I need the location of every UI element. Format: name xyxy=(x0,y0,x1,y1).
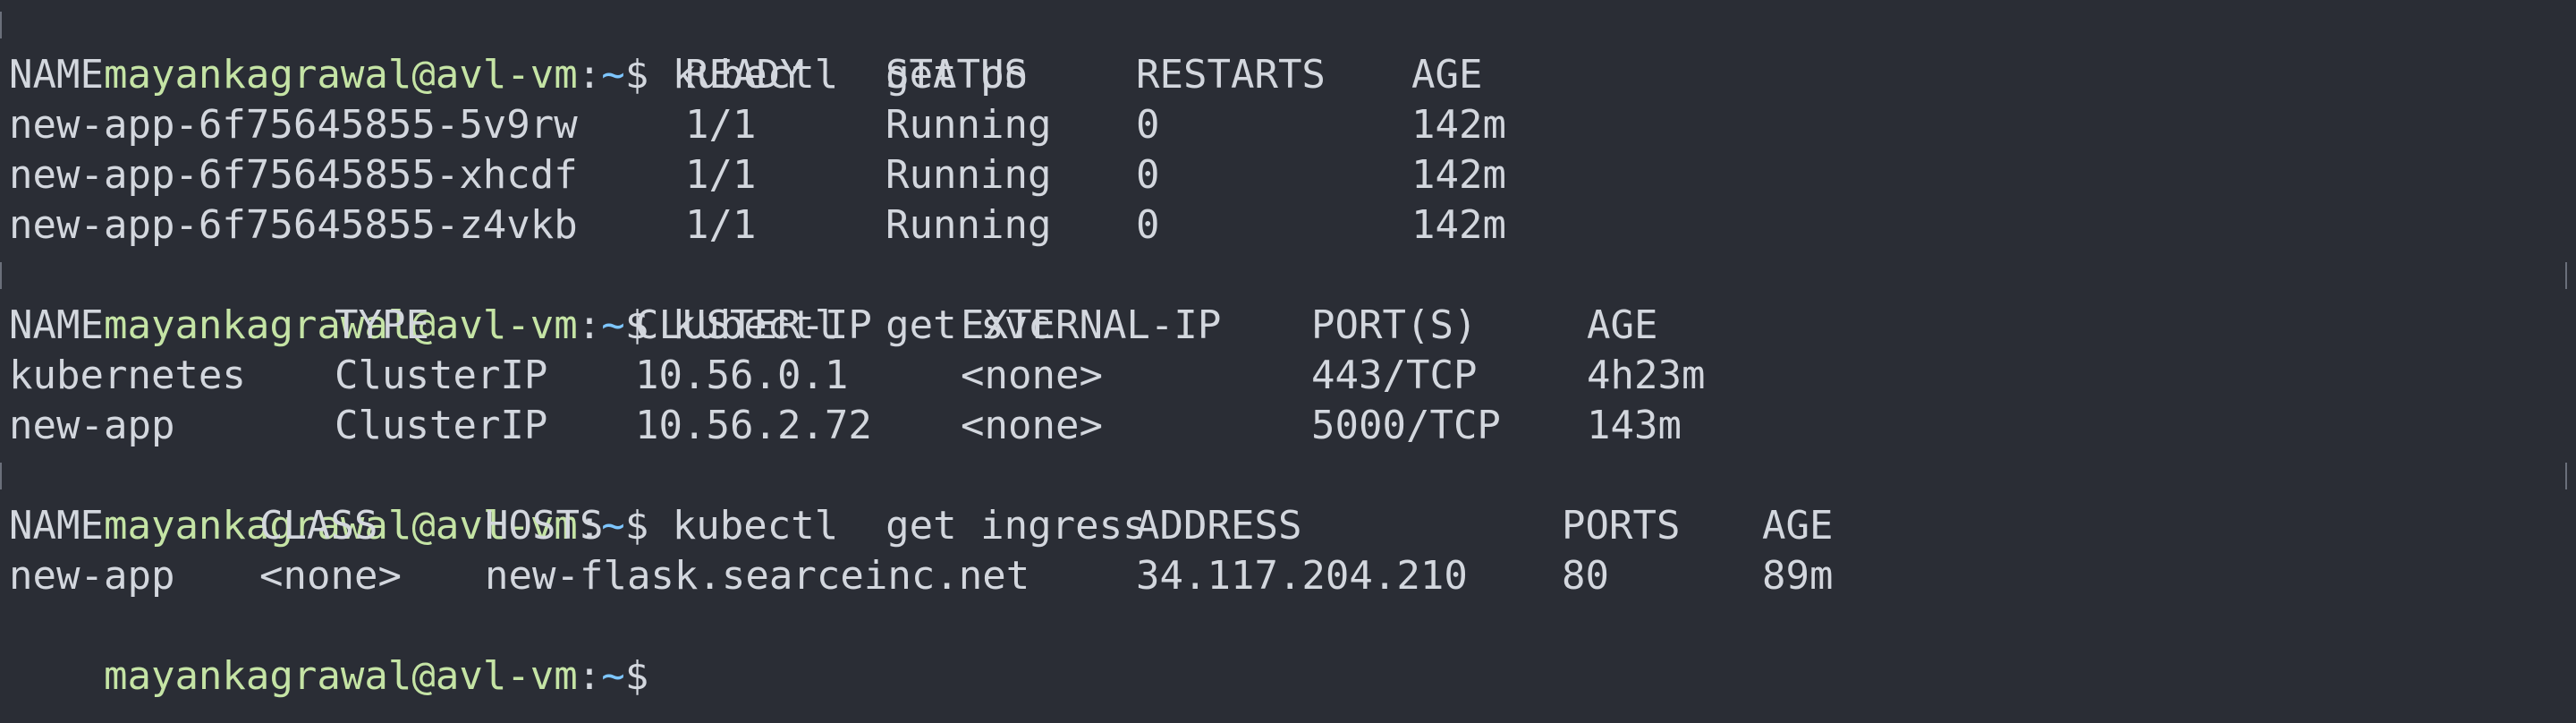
table-row: new-app <none> new-flask.searceinc.net 3… xyxy=(9,551,2576,601)
table-header: CLASS xyxy=(259,503,378,549)
table-cell: new-app xyxy=(9,553,175,599)
prompt-colon: : xyxy=(577,653,602,699)
table-cell: Running xyxy=(886,152,1052,198)
table-cell: new-flask.searceinc.net xyxy=(485,553,1030,599)
table-header: NAME xyxy=(9,503,104,549)
table-cell: new-app-6f75645855-5v9rw xyxy=(9,102,578,148)
table-header: AGE xyxy=(1411,52,1483,98)
table-header: TYPE xyxy=(335,302,429,348)
table-header: STATUS xyxy=(886,52,1028,98)
line-marker xyxy=(2565,463,2567,489)
table-cell: new-app-6f75645855-z4vkb xyxy=(9,202,578,248)
table-row: new-app-6f75645855-5v9rw 1/1 Running 0 1… xyxy=(9,100,2576,150)
table-header: ADDRESS xyxy=(1136,503,1302,549)
line-marker xyxy=(0,262,2,289)
prompt-line: mayankagrawal@avl-vm:~$ kubectl get ingr… xyxy=(9,451,2576,549)
table-cell: 1/1 xyxy=(685,102,757,148)
table-cell: 80 xyxy=(1562,553,1609,599)
table-cell: 1/1 xyxy=(685,202,757,248)
prompt-user-host: mayankagrawal@avl-vm xyxy=(103,653,578,699)
table-cell: ClusterIP xyxy=(335,353,548,398)
table-cell: 5000/TCP xyxy=(1311,403,1501,448)
table-cell: new-app xyxy=(9,403,175,448)
table-header: EXTERNAL-IP xyxy=(961,302,1222,348)
table-row: new-app ClusterIP 10.56.2.72 <none> 5000… xyxy=(9,401,2576,451)
table-cell: 89m xyxy=(1762,553,1834,599)
prompt-line: mayankagrawal@avl-vm:~$ kubectl get svc xyxy=(9,251,2576,348)
table-row: new-app-6f75645855-z4vkb 1/1 Running 0 1… xyxy=(9,200,2576,251)
table-header: NAME xyxy=(9,302,104,348)
line-marker xyxy=(0,12,2,38)
table-header: PORT(S) xyxy=(1311,302,1478,348)
table-cell: 4h23m xyxy=(1587,353,1706,398)
table-header: NAME xyxy=(9,52,104,98)
terminal-window[interactable]: mayankagrawal@avl-vm:~$ kubectl get po N… xyxy=(0,0,2576,723)
table-row: kubernetes ClusterIP 10.56.0.1 <none> 44… xyxy=(9,351,2576,401)
table-header: HOSTS xyxy=(485,503,604,549)
table-cell: 1/1 xyxy=(685,152,757,198)
table-cell: 142m xyxy=(1411,202,1506,248)
table-header: CLUSTER-IP xyxy=(635,302,872,348)
table-cell: Running xyxy=(886,202,1052,248)
prompt-dollar: $ xyxy=(624,653,649,699)
table-cell: 34.117.204.210 xyxy=(1136,553,1468,599)
table-cell: 0 xyxy=(1136,102,1160,148)
prompt-line: mayankagrawal@avl-vm:~$ kubectl get po xyxy=(9,0,2576,98)
table-cell: 142m xyxy=(1411,102,1506,148)
prompt-path: ~ xyxy=(601,653,625,699)
table-cell: 10.56.2.72 xyxy=(635,403,872,448)
table-cell: 443/TCP xyxy=(1311,353,1478,398)
table-cell: ClusterIP xyxy=(335,403,548,448)
table-row: new-app-6f75645855-xhcdf 1/1 Running 0 1… xyxy=(9,150,2576,200)
line-marker xyxy=(0,463,2,489)
table-cell: <none> xyxy=(259,553,402,599)
table-cell: 0 xyxy=(1136,152,1160,198)
table-header: AGE xyxy=(1762,503,1834,549)
table-cell: <none> xyxy=(961,403,1103,448)
services-header-row: NAME TYPE CLUSTER-IP EXTERNAL-IP PORT(S)… xyxy=(9,301,2576,351)
table-cell: new-app-6f75645855-xhcdf xyxy=(9,152,578,198)
table-header: AGE xyxy=(1587,302,1658,348)
table-cell: 142m xyxy=(1411,152,1506,198)
table-cell: Running xyxy=(886,102,1052,148)
table-header: RESTARTS xyxy=(1136,52,1326,98)
pods-header-row: NAME READY STATUS RESTARTS AGE xyxy=(9,50,2576,100)
table-header: READY xyxy=(685,52,804,98)
table-cell: 10.56.0.1 xyxy=(635,353,849,398)
table-header: PORTS xyxy=(1562,503,1681,549)
prompt-line-current[interactable]: mayankagrawal@avl-vm:~$ xyxy=(9,601,2576,699)
table-cell: kubernetes xyxy=(9,353,246,398)
line-marker xyxy=(2565,262,2567,289)
table-cell: 143m xyxy=(1587,403,1682,448)
table-cell: <none> xyxy=(961,353,1103,398)
table-cell: 0 xyxy=(1136,202,1160,248)
ingress-header-row: NAME CLASS HOSTS ADDRESS PORTS AGE xyxy=(9,501,2576,551)
